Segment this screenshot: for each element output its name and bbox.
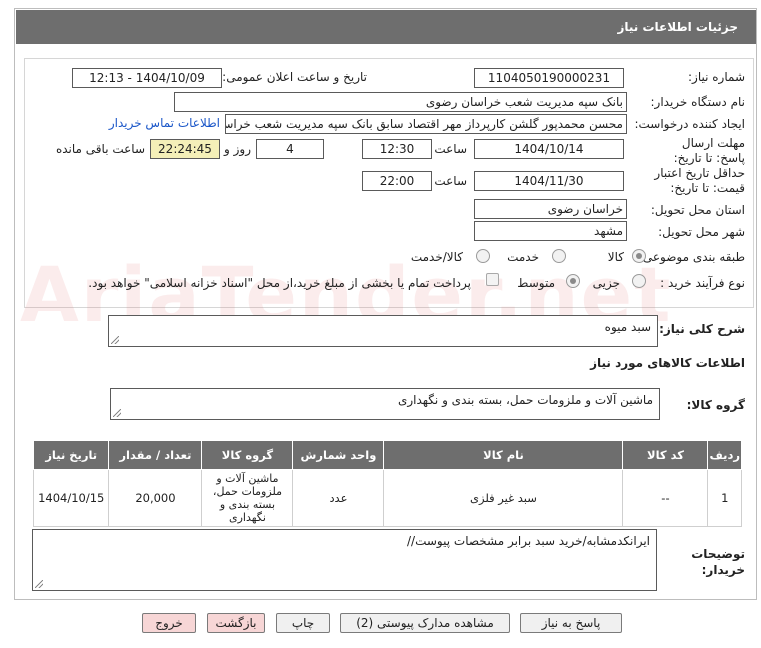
buyer-notes-text: ایرانکدمشابه/خرید سبد برابر مشخصات پیوست… — [407, 534, 650, 548]
cell-date: 1404/10/15 — [32, 469, 110, 527]
cell-qty: 20,000 — [108, 469, 203, 527]
need-number-field[interactable]: 1104050190000231 — [474, 68, 624, 88]
title-bar: جزئیات اطلاعات نیاز — [16, 10, 756, 44]
remaining-time-field: 22:24:45 — [150, 139, 220, 159]
resize-grip[interactable] — [113, 409, 121, 417]
summary-text: سبد میوه — [604, 320, 651, 334]
days-label: روز و — [224, 142, 251, 156]
process-label: نوع فرآیند خرید : — [660, 276, 745, 290]
cell-group: ماشین آلات و ملزومات حمل، بسته بندی و نگ… — [201, 469, 294, 527]
need-number-label: شماره نیاز: — [688, 70, 745, 84]
attachments-button[interactable]: مشاهده مدارک پیوستی (2) — [340, 613, 510, 633]
requester-label: ایجاد کننده درخواست: — [634, 117, 745, 131]
col-date: تاریخ نیاز — [32, 440, 110, 470]
exit-button[interactable]: خروج — [142, 613, 196, 633]
print-button[interactable]: چاپ — [276, 613, 330, 633]
remaining-time-label: ساعت باقی مانده — [55, 142, 145, 156]
goods-group-text: ماشین آلات و ملزومات حمل، بسته بندی و نگ… — [397, 393, 653, 407]
summary-label: شرح کلی نیاز: — [659, 322, 745, 336]
buyer-contact-link[interactable]: اطلاعات تماس خریدار — [109, 116, 220, 130]
city-label: شهر محل تحویل: — [658, 225, 745, 239]
city-field[interactable]: مشهد — [474, 221, 627, 241]
table-row[interactable]: 1 -- سبد غیر فلزی عدد ماشین آلات و ملزوم… — [32, 469, 742, 527]
province-label: استان محل تحویل: — [650, 203, 745, 217]
category-label: طبقه بندی موضوعی: — [638, 250, 745, 264]
goods-info-title: اطلاعات کالاهای مورد نیاز — [590, 356, 745, 370]
goods-group-textarea[interactable]: ماشین آلات و ملزومات حمل، بسته بندی و نگ… — [110, 388, 660, 420]
validity-time-field[interactable]: 22:00 — [362, 171, 432, 191]
process-medium-radio[interactable] — [566, 274, 580, 288]
process-minor-radio[interactable] — [632, 274, 646, 288]
col-group: گروه کالا — [201, 440, 294, 470]
category-goods-label: کالا — [607, 250, 624, 264]
category-both-radio[interactable] — [476, 249, 490, 263]
reply-button[interactable]: پاسخ به نیاز — [520, 613, 622, 633]
col-name: نام کالا — [383, 440, 624, 470]
validity-time-label: ساعت — [434, 174, 467, 188]
col-code: کد کالا — [622, 440, 709, 470]
cell-row: 1 — [707, 469, 742, 527]
validity-date-field[interactable]: 1404/11/30 — [474, 171, 624, 191]
col-unit: واحد شمارش — [292, 440, 385, 470]
resize-grip[interactable] — [35, 580, 43, 588]
days-field[interactable]: 4 — [256, 139, 324, 159]
announce-field[interactable]: 1404/10/09 - 12:13 — [72, 68, 222, 88]
buyer-notes-textarea[interactable]: ایرانکدمشابه/خرید سبد برابر مشخصات پیوست… — [32, 529, 657, 591]
col-row: ردیف — [707, 440, 742, 470]
province-field[interactable]: خراسان رضوی — [474, 199, 627, 219]
treasury-note: پرداخت تمام یا بخشی از مبلغ خرید،از محل … — [88, 276, 471, 290]
back-button[interactable]: بازگشت — [207, 613, 265, 633]
cell-unit: عدد — [292, 469, 385, 527]
reply-time-label: ساعت — [434, 142, 467, 156]
reply-time-field[interactable]: 12:30 — [362, 139, 432, 159]
reply-date-field[interactable]: 1404/10/14 — [474, 139, 624, 159]
category-service-label: خدمت — [507, 250, 539, 264]
cell-code: -- — [622, 469, 709, 527]
buyer-org-field[interactable]: بانک سپه مدیریت شعب خراسان رضوی — [174, 92, 627, 112]
buyer-org-label: نام دستگاه خریدار: — [650, 95, 746, 109]
table-header-row: ردیف کد کالا نام کالا واحد شمارش گروه کا… — [32, 440, 742, 470]
category-goods-radio[interactable] — [632, 249, 646, 263]
cell-name: سبد غیر فلزی — [383, 469, 624, 527]
announce-label: تاریخ و ساعت اعلان عمومی: — [222, 70, 367, 84]
col-qty: تعداد / مقدار — [108, 440, 203, 470]
price-validity-label: حداقل تاریخ اعتبار قیمت: تا تاریخ: — [654, 166, 745, 195]
category-service-radio[interactable] — [552, 249, 566, 263]
category-both-label: کالا/خدمت — [410, 250, 463, 264]
process-medium-label: متوسط — [517, 276, 555, 290]
summary-textarea[interactable]: سبد میوه — [108, 315, 658, 347]
buyer-notes-label: توضیحات خریدار: — [691, 547, 745, 577]
treasury-checkbox[interactable] — [486, 273, 499, 286]
page-title: جزئیات اطلاعات نیاز — [617, 20, 738, 34]
requester-field[interactable]: محسن محمدپور گلشن کارپرداز مهر اقتصاد سا… — [225, 114, 627, 134]
process-minor-label: جزیی — [592, 276, 620, 290]
resize-grip[interactable] — [111, 336, 119, 344]
items-table: ردیف کد کالا نام کالا واحد شمارش گروه کا… — [32, 440, 742, 527]
reply-deadline-label: مهلت ارسال پاسخ: تا تاریخ: — [673, 136, 745, 165]
goods-group-label: گروه کالا: — [686, 398, 745, 412]
